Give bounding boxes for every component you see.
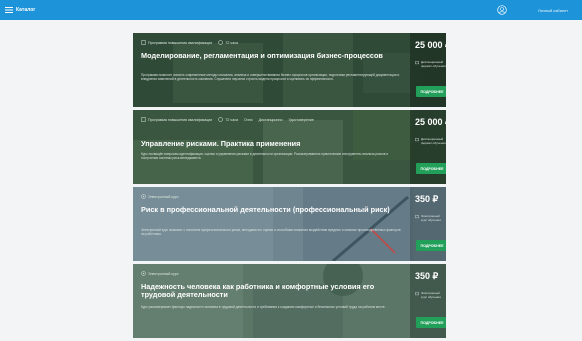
course-details-button[interactable]: ПОДРОБНЕЕ (416, 86, 446, 97)
card-meta: Программа повышения квалификации 72 часа… (141, 117, 314, 122)
course-format-label: Электронный курс обучения (421, 214, 441, 222)
course-description: Курс посвящён вопросам идентификации, оц… (141, 152, 389, 160)
course-title[interactable]: Надежность человека как работника и комф… (141, 283, 399, 299)
course-card[interactable]: Программа повышения квалификации 72 часа… (133, 110, 446, 184)
meta-certificate-label: Удостоверение (288, 117, 314, 122)
catalog-menu-button[interactable]: Каталог (5, 5, 35, 15)
meta-format-remote-label: Дистанционно (258, 117, 283, 122)
meta-duration: 72 часа (218, 40, 238, 45)
meta-certificate: Удостоверение (289, 118, 314, 122)
course-format-note: Электронный курс обучения (415, 291, 446, 299)
course-price: 350 ₽ (415, 194, 439, 204)
meta-type-label: Электронный курс (148, 194, 179, 199)
course-details-button[interactable]: ПОДРОБНЕЕ (416, 240, 446, 251)
catalog-menu-label: Каталог (16, 7, 36, 13)
document-icon (141, 40, 146, 45)
course-title[interactable]: Управление рисками. Практика применения (141, 140, 399, 148)
course-card[interactable]: Электронный курс Риск в профессиональной… (133, 187, 446, 261)
course-card[interactable]: Программа повышения квалификации 72 часа… (133, 33, 446, 107)
course-format-label: Дистанционный формат обучения (421, 137, 446, 145)
course-price: 25 000 ₽ (415, 40, 446, 50)
meta-format-in-person: Очно (244, 118, 253, 122)
card-meta: Программа повышения квалификации 72 часа (141, 40, 238, 45)
course-format-note: Электронный курс обучения (415, 214, 446, 222)
user-profile-icon[interactable] (497, 5, 507, 15)
meta-type: Программа повышения квалификации (141, 40, 212, 45)
clock-icon (218, 40, 224, 45)
course-title[interactable]: Моделирование, регламентация и оптимизац… (141, 52, 399, 60)
card-meta: Электронный курс (141, 271, 179, 276)
card-background (133, 187, 446, 261)
play-icon (141, 194, 146, 199)
meta-type: Электронный курс (141, 194, 179, 199)
monitor-icon (415, 61, 419, 65)
course-format-label: Дистанционный формат обучения (421, 60, 446, 68)
meta-type-label: Электронный курс (148, 271, 179, 276)
course-details-button[interactable]: ПОДРОБНЕЕ (416, 163, 446, 174)
meta-duration-label: 72 часа (225, 117, 238, 122)
card-meta: Электронный курс (141, 194, 179, 199)
meta-type: Электронный курс (141, 271, 179, 276)
meta-format-remote: Дистанционно (259, 118, 283, 122)
menu-icon (5, 7, 13, 13)
course-format-note: Дистанционный формат обучения (415, 137, 446, 145)
course-details-button[interactable]: ПОДРОБНЕЕ (416, 317, 446, 328)
course-format-label: Электронный курс обучения (421, 291, 441, 299)
course-description: Электронный курс знакомит с понятием про… (141, 228, 401, 236)
meta-type-label: Программа повышения квалификации (148, 117, 213, 122)
course-description: Курс рассматривает факторы надежности че… (141, 305, 386, 309)
personal-cabinet-link[interactable]: Личный кабинет (538, 8, 568, 13)
play-icon (141, 271, 146, 276)
clock-icon (218, 117, 224, 122)
course-price: 25 000 ₽ (415, 117, 446, 127)
monitor-icon (415, 292, 419, 296)
meta-duration: 72 часа (218, 117, 238, 122)
meta-duration-label: 72 часа (225, 40, 238, 45)
course-title[interactable]: Риск в профессиональной деятельности (пр… (141, 206, 399, 214)
monitor-icon (415, 138, 419, 142)
course-list: Программа повышения квалификации 72 часа… (133, 33, 446, 341)
course-description: Программа позволит освоить современные м… (141, 73, 400, 81)
document-icon (141, 117, 146, 122)
monitor-icon (415, 215, 419, 219)
meta-format-in-person-label: Очно (244, 117, 253, 122)
top-navigation-bar: Каталог Личный кабинет (0, 0, 582, 20)
course-format-note: Дистанционный формат обучения (415, 60, 446, 68)
course-price: 350 ₽ (415, 271, 439, 281)
meta-type-label: Программа повышения квалификации (148, 40, 213, 45)
meta-type: Программа повышения квалификации (141, 117, 212, 122)
